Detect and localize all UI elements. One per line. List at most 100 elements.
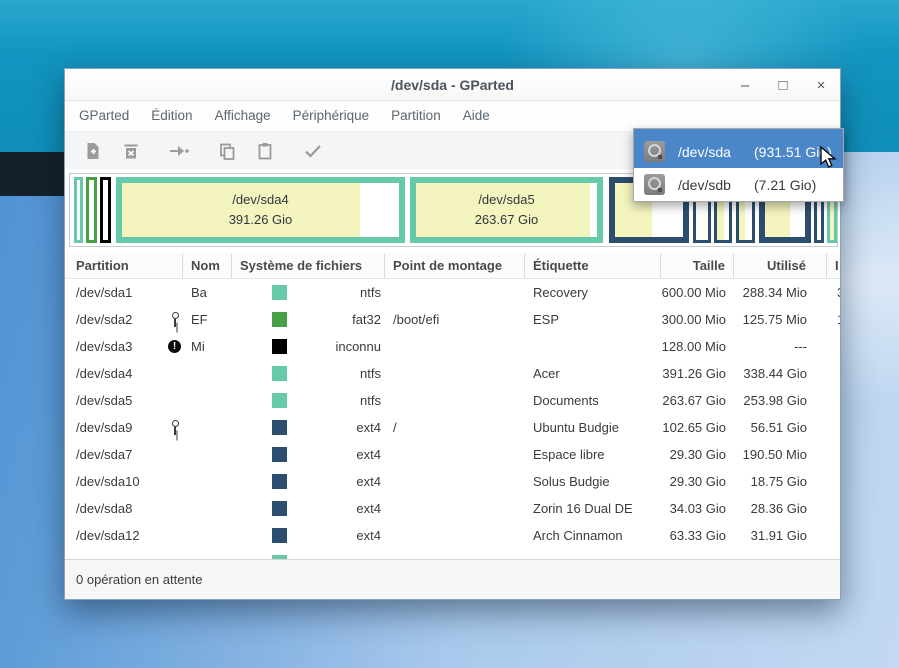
device-dropdown: /dev/sda(931.51 Gio)/dev/sdb(7.21 Gio): [633, 128, 844, 202]
label-cell: Ubuntu Budgie: [525, 414, 661, 441]
table-row[interactable]: /dev/sda10ext4Solus Budgie29.30 Gio18.75…: [65, 468, 840, 495]
apply-button[interactable]: [297, 135, 329, 167]
table-row[interactable]: /dev/sda2EFfat32/boot/efiESP300.00 Mio12…: [65, 306, 840, 333]
column-header[interactable]: Utilisé: [734, 253, 827, 278]
resize-move-button[interactable]: [163, 135, 195, 167]
clipped-cell: [827, 495, 840, 522]
partition-name: /dev/sda7: [76, 447, 132, 462]
partition-segment[interactable]: /dev/sda4391.26 Gio: [116, 177, 405, 243]
menu-affichage[interactable]: Affichage: [204, 101, 282, 131]
used-cell: 18.75 Gio: [734, 468, 827, 495]
device-option[interactable]: /dev/sdb(7.21 Gio): [634, 168, 843, 201]
column-header[interactable]: Système de fichiers: [232, 253, 385, 278]
fs-name: ntfs: [287, 285, 385, 300]
used-cell: 28.36 Gio: [734, 495, 827, 522]
paste-icon: [256, 142, 274, 160]
mountpoint-cell: [385, 441, 525, 468]
fs-name: ext4: [287, 420, 385, 435]
partition-name: /dev/sda3: [76, 339, 132, 354]
fs-color-swatch: [272, 339, 287, 354]
paste-button[interactable]: [249, 135, 281, 167]
table-row[interactable]: /dev/sda4ntfsAcer391.26 Gio338.44 Gio: [65, 360, 840, 387]
mountpoint-cell: [385, 468, 525, 495]
menubar: GPartedÉditionAffichagePériphériqueParti…: [65, 101, 840, 131]
close-button[interactable]: ×: [802, 77, 840, 94]
filesystem-cell: ntfs: [232, 279, 385, 306]
table-row[interactable]: /dev/sda5ntfsDocuments263.67 Gio253.98 G…: [65, 387, 840, 414]
table-row[interactable]: /dev/sda1BantfsRecovery600.00 Mio288.34 …: [65, 279, 840, 306]
label-cell: Recovery: [525, 279, 661, 306]
filesystem-cell: ext4: [232, 441, 385, 468]
fs-name: ext4: [287, 474, 385, 489]
clipped-cell: 1: [827, 306, 840, 333]
column-header[interactable]: Point de montage: [385, 253, 525, 278]
warning-icon: !: [168, 340, 181, 353]
size-cell: 29.30 Gio: [661, 441, 734, 468]
partition-segment[interactable]: [74, 177, 83, 243]
fs-name: fat32: [287, 312, 385, 327]
pending-operations-text: 0 opération en attente: [76, 572, 203, 587]
column-header[interactable]: Taille: [661, 253, 734, 278]
mounted-key-icon: [171, 420, 180, 435]
maximize-button[interactable]: □: [764, 77, 802, 94]
fs-color-swatch: [272, 312, 287, 327]
clipped-cell: [827, 333, 840, 360]
name-cell: [183, 387, 232, 414]
name-cell: Ba: [183, 279, 232, 306]
name-cell: [183, 522, 232, 549]
table-row[interactable]: /dev/sda9ext4/Ubuntu Budgie102.65 Gio56.…: [65, 414, 840, 441]
name-cell: [183, 414, 232, 441]
used-cell: ---: [734, 333, 827, 360]
column-header[interactable]: Étiquette: [525, 253, 661, 278]
fs-color-swatch: [272, 420, 287, 435]
partition-name: /dev/sda5: [76, 393, 132, 408]
partition-name: /dev/sda12: [76, 528, 140, 543]
used-cell: 288.34 Mio: [734, 279, 827, 306]
label-cell: Acer: [525, 360, 661, 387]
menu-aide[interactable]: Aide: [452, 101, 501, 131]
minimize-button[interactable]: –: [726, 77, 764, 94]
new-partition-button[interactable]: [77, 135, 109, 167]
window-title: /dev/sda - GParted: [65, 69, 840, 101]
partition-segment[interactable]: /dev/sda5263.67 Gio: [410, 177, 603, 243]
fs-name: ext4: [287, 501, 385, 516]
partition-segment[interactable]: [100, 177, 111, 243]
fs-color-swatch: [272, 474, 287, 489]
copy-button[interactable]: [211, 135, 243, 167]
titlebar[interactable]: /dev/sda - GParted – □ ×: [65, 69, 840, 101]
column-header[interactable]: Nom: [183, 253, 232, 278]
size-cell: 300.00 Mio: [661, 306, 734, 333]
menu-gparted[interactable]: GParted: [68, 101, 140, 131]
column-header[interactable]: Partition: [65, 253, 183, 278]
checkmark-icon: [303, 142, 323, 160]
name-cell: [183, 495, 232, 522]
delete-partition-button[interactable]: [115, 135, 147, 167]
used-cell: 56.51 Gio: [734, 414, 827, 441]
table-row[interactable]: /dev/sda3!Miinconnu128.00 Mio---: [65, 333, 840, 360]
size-cell: 102.65 Gio: [661, 414, 734, 441]
fs-color-swatch: [272, 501, 287, 516]
menu-priphrique[interactable]: Périphérique: [282, 101, 381, 131]
name-cell: [183, 468, 232, 495]
clipped-cell: 3: [827, 279, 840, 306]
table-row[interactable]: /dev/sda7ext4Espace libre29.30 Gio190.50…: [65, 441, 840, 468]
table-row[interactable]: /dev/sda8ext4Zorin 16 Dual DE34.03 Gio28…: [65, 495, 840, 522]
menu-partition[interactable]: Partition: [380, 101, 452, 131]
filesystem-cell: ext4: [232, 495, 385, 522]
name-cell: EF: [183, 306, 232, 333]
copy-icon: [218, 142, 236, 160]
window-controls: – □ ×: [726, 69, 840, 101]
column-header[interactable]: I: [827, 253, 840, 278]
menu-dition[interactable]: Édition: [140, 101, 203, 131]
size-cell: 128.00 Mio: [661, 333, 734, 360]
device-option[interactable]: /dev/sda(931.51 Gio): [634, 135, 843, 168]
label-cell: Solus Budgie: [525, 468, 661, 495]
partition-name: /dev/sda10: [76, 474, 140, 489]
partition-segment[interactable]: [86, 177, 97, 243]
fs-color-swatch: [272, 285, 287, 300]
used-cell: 190.50 Mio: [734, 441, 827, 468]
table-row[interactable]: /dev/sda12ext4Arch Cinnamon63.33 Gio31.9…: [65, 522, 840, 549]
size-cell: 63.33 Gio: [661, 522, 734, 549]
mountpoint-cell: [385, 522, 525, 549]
mountpoint-cell: [385, 387, 525, 414]
